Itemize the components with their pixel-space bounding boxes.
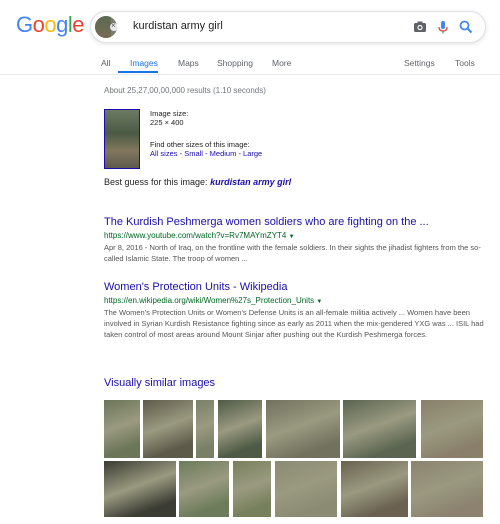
query-image-chip[interactable]: × [95, 16, 117, 38]
camera-icon[interactable] [411, 18, 429, 36]
similar-image-thumbnail[interactable] [341, 461, 408, 517]
best-guess-link[interactable]: kurdistan army girl [210, 177, 291, 187]
caret-down-icon[interactable]: ▼ [289, 234, 295, 240]
tab-tools[interactable]: Tools [455, 58, 475, 68]
similar-image-thumbnail[interactable] [104, 461, 176, 517]
image-size-label: Image size: [150, 109, 189, 118]
size-link-all[interactable]: All sizes [150, 149, 178, 158]
image-size-value: 225 × 400 [150, 118, 184, 127]
query-image[interactable] [104, 109, 140, 169]
size-link-small[interactable]: Small [184, 149, 203, 158]
size-link-medium[interactable]: Medium [210, 149, 237, 158]
result-title[interactable]: The Kurdish Peshmerga women soldiers who… [104, 216, 429, 228]
search-icon[interactable] [457, 18, 475, 36]
similar-image-thumbnail[interactable] [218, 400, 262, 458]
similar-image-thumbnail[interactable] [266, 400, 340, 458]
similar-image-thumbnail[interactable] [179, 461, 229, 517]
size-link-large[interactable]: Large [243, 149, 262, 158]
similar-image-thumbnail[interactable] [343, 400, 416, 458]
result-url-text: https://www.youtube.com/watch?v=Rv7MAYmZ… [104, 231, 287, 240]
tab-more[interactable]: More [272, 58, 291, 68]
google-logo[interactable]: Google [16, 12, 85, 38]
search-box[interactable]: × kurdistan army girl [90, 11, 486, 43]
result-snippet: The Women's Protection Units or Women's … [104, 308, 484, 339]
result-snippet: Apr 8, 2016 - North of Iraq, on the fron… [104, 243, 481, 263]
similar-image-thumbnail[interactable] [233, 461, 271, 517]
similar-image-thumbnail[interactable] [275, 461, 337, 517]
caret-down-icon[interactable]: ▼ [316, 299, 322, 305]
tab-settings[interactable]: Settings [404, 58, 435, 68]
tab-maps[interactable]: Maps [178, 58, 199, 68]
visually-similar-heading[interactable]: Visually similar images [104, 377, 215, 389]
tab-all[interactable]: All [101, 58, 110, 68]
search-input[interactable]: kurdistan army girl [133, 20, 223, 32]
close-icon[interactable]: × [111, 22, 117, 30]
active-tab-indicator [118, 71, 158, 73]
best-guess: Best guess for this image: kurdistan arm… [104, 177, 291, 187]
header-divider [0, 74, 500, 75]
tab-shopping[interactable]: Shopping [217, 58, 253, 68]
result-title[interactable]: Women's Protection Units - Wikipedia [104, 281, 287, 293]
result-url[interactable]: https://en.wikipedia.org/wiki/Women%27s_… [104, 296, 322, 305]
size-links: All sizes - Small - Medium - Large [150, 149, 262, 158]
best-guess-label: Best guess for this image: [104, 177, 208, 187]
tab-images[interactable]: Images [130, 58, 158, 68]
similar-image-thumbnail[interactable] [421, 400, 483, 458]
microphone-icon[interactable] [434, 18, 452, 36]
result-url-text: https://en.wikipedia.org/wiki/Women%27s_… [104, 296, 315, 305]
result-url[interactable]: https://www.youtube.com/watch?v=Rv7MAYmZ… [104, 231, 295, 240]
query-image-thumbnail [95, 16, 111, 38]
find-sizes-label: Find other sizes of this image: [150, 140, 250, 149]
similar-image-thumbnail[interactable] [196, 400, 214, 458]
result-stats: About 25,27,00,00,000 results (1.10 seco… [104, 86, 266, 95]
similar-image-thumbnail[interactable] [104, 400, 140, 458]
similar-image-thumbnail[interactable] [411, 461, 483, 517]
similar-image-thumbnail[interactable] [143, 400, 193, 458]
